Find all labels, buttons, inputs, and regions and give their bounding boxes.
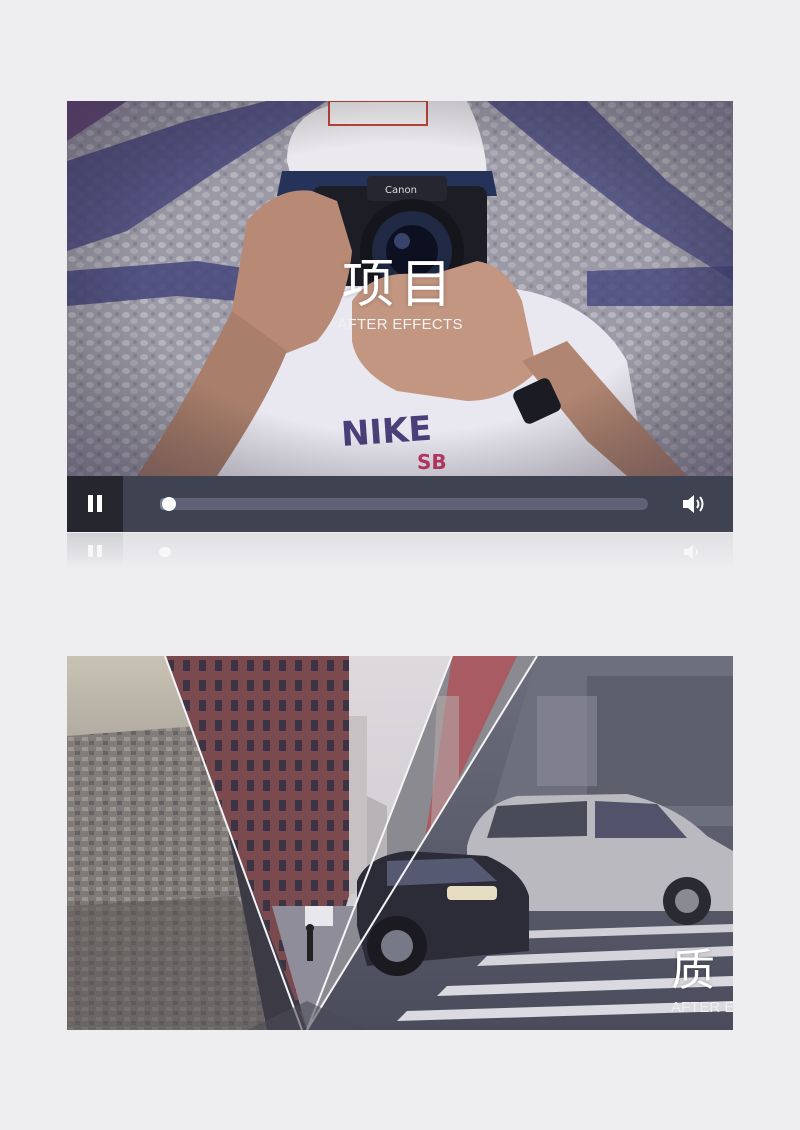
video-frame[interactable]: NIKE SB Canon 项目 AFTER EFFEC <box>67 101 733 476</box>
speaker-icon <box>684 545 698 559</box>
seek-knob[interactable] <box>162 497 176 511</box>
collage-subtitle: AFTER E <box>671 999 733 1016</box>
pause-button[interactable] <box>67 476 123 532</box>
video-player: NIKE SB Canon 项目 AFTER EFFEC <box>67 101 733 532</box>
speaker-icon <box>683 495 704 513</box>
video-title: 项目 <box>341 255 458 315</box>
player-reflection <box>67 533 733 569</box>
player-controls <box>67 476 733 532</box>
collage-title: 质 <box>671 945 715 996</box>
volume-button[interactable] <box>681 492 707 516</box>
city-collage <box>67 656 733 1030</box>
video-subtitle: AFTER EFFECTS <box>337 316 463 333</box>
collage-image: 质 AFTER E <box>67 656 733 1030</box>
seek-bar[interactable] <box>160 497 648 511</box>
